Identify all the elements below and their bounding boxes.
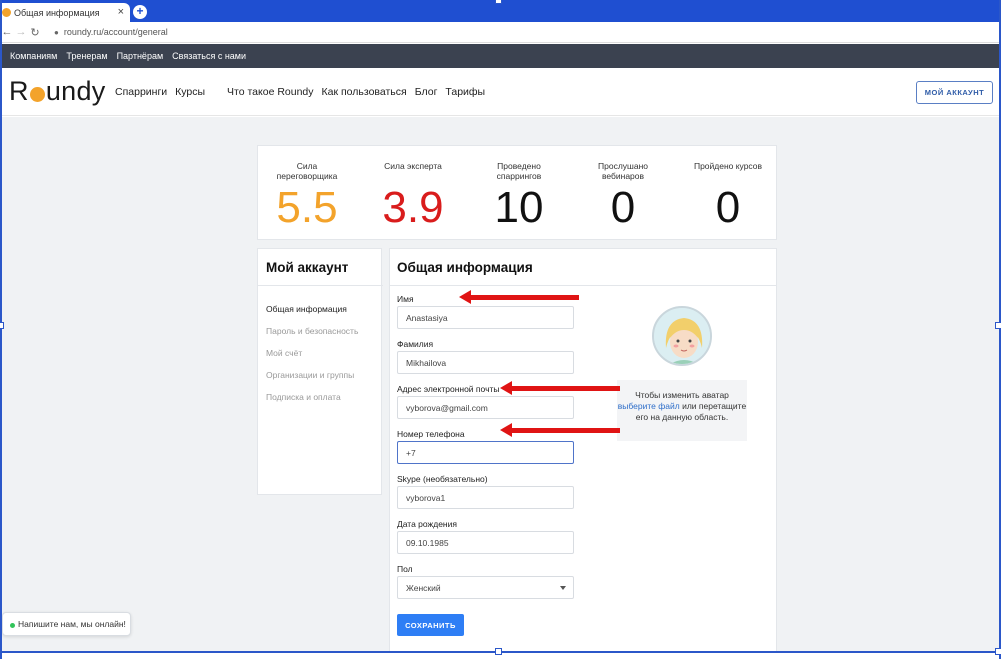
arrow-left-icon[interactable]: ← — [0, 26, 14, 38]
annotation-arrow-shaft — [511, 386, 620, 391]
avatar-hint-text: Чтобы изменить аватар — [635, 390, 729, 400]
chat-widget-label: Напишите нам, мы онлайн! — [18, 619, 126, 629]
resize-handle[interactable] — [495, 648, 502, 655]
skype-label: Skype (необязательно) — [397, 474, 488, 484]
toplink-companies[interactable]: Компаниям — [10, 51, 57, 61]
skype-input[interactable]: vyborova1 — [397, 486, 574, 509]
avatar-upload-dropzone[interactable]: Чтобы изменить аватар выберите файл или … — [617, 380, 747, 441]
stat-sparrings: Проведено спаррингов 10 — [479, 161, 559, 231]
tab-close-icon[interactable]: × — [118, 6, 124, 18]
stat-value: 0 — [715, 183, 741, 232]
new-tab-button[interactable]: + — [133, 5, 147, 19]
annotation-arrow-shaft — [511, 428, 620, 433]
phone-input[interactable]: +7 — [397, 441, 574, 464]
first-name-label: Имя — [397, 294, 414, 304]
nav-courses[interactable]: Курсы — [175, 86, 205, 98]
toplink-trainers[interactable]: Тренерам — [66, 51, 107, 61]
stats-card: Сила переговорщика 5.5 Сила эксперта 3.9… — [257, 145, 777, 240]
stat-negotiator: Сила переговорщика 5.5 — [267, 161, 347, 231]
toplink-contact[interactable]: Связаться с нами — [172, 51, 246, 61]
nav-sparrings[interactable]: Спарринги — [115, 86, 167, 98]
resize-handle[interactable] — [995, 648, 1001, 655]
stat-value: 10 — [494, 183, 544, 232]
last-name-input[interactable]: Mikhailova — [397, 351, 574, 374]
divider — [258, 285, 383, 286]
stat-value: 5.5 — [276, 183, 338, 232]
resize-handle[interactable] — [995, 322, 1001, 329]
caret-down-icon — [560, 586, 566, 590]
save-button[interactable]: СОХРАНИТЬ — [397, 614, 464, 636]
nav-blog[interactable]: Блог — [415, 86, 438, 98]
phone-label: Номер телефона — [397, 429, 465, 439]
stat-label: Прослушано вебинаров — [598, 161, 648, 181]
nav-what-is-roundy[interactable]: Что такое Roundy — [227, 86, 313, 98]
arrow-right-icon[interactable]: → — [14, 26, 28, 38]
annotation-arrow-shaft — [470, 295, 579, 300]
frame-left-line — [0, 0, 2, 659]
reload-icon[interactable]: ↻ — [28, 26, 42, 39]
account-menu: Мой аккаунт Общая информация Пароль и бе… — [257, 248, 383, 495]
resize-handle[interactable] — [0, 322, 4, 329]
main-nav: Спарринги Курсы Что такое Roundy Как пол… — [115, 86, 493, 98]
annotation-arrow-icon — [500, 423, 512, 437]
stat-label: Сила переговорщика — [276, 161, 338, 181]
stat-label: Сила эксперта — [384, 161, 442, 171]
resize-handle[interactable] — [495, 0, 502, 4]
menu-item-subscription[interactable]: Подписка и оплата — [266, 392, 341, 402]
form-title: Общая информация — [397, 260, 533, 275]
choose-file-link[interactable]: выберите файл — [618, 401, 680, 411]
nav-pricing[interactable]: Тарифы — [445, 86, 485, 98]
menu-item-password[interactable]: Пароль и безопасность — [266, 326, 358, 336]
gender-label: Пол — [397, 564, 413, 574]
top-links-bar: Компаниям Тренерам Партнёрам Связаться с… — [0, 44, 1001, 68]
logo-o-icon — [29, 87, 45, 102]
chat-widget-button[interactable]: Напишите нам, мы онлайн! — [2, 612, 131, 636]
logo-text-end: undy — [45, 76, 106, 106]
birthdate-label: Дата рождения — [397, 519, 457, 529]
stat-value: 0 — [610, 183, 636, 232]
annotation-arrow-icon — [500, 381, 512, 395]
nav-how-to-use[interactable]: Как пользоваться — [322, 86, 407, 98]
email-input[interactable]: vyborova@gmail.com — [397, 396, 574, 419]
toplink-partners[interactable]: Партнёрам — [117, 51, 164, 61]
gender-select-value: Женский — [406, 582, 441, 593]
lock-icon: ● — [54, 27, 59, 37]
url-text[interactable]: roundy.ru/account/general — [64, 27, 168, 37]
birthdate-input[interactable]: 09.10.1985 — [397, 531, 574, 554]
address-bar: ← → ↻ ● roundy.ru/account/general — [0, 22, 1001, 43]
stat-webinars: Прослушано вебинаров 0 — [583, 161, 663, 231]
email-label: Адрес электронной почты — [397, 384, 500, 394]
menu-item-organizations[interactable]: Организации и группы — [266, 370, 354, 380]
avatar[interactable] — [652, 306, 712, 366]
browser-tab-title: Общая информация — [14, 7, 100, 18]
stat-value: 3.9 — [382, 183, 444, 232]
online-status-icon — [10, 623, 15, 628]
roundy-favicon-icon — [2, 8, 11, 17]
first-name-input[interactable]: Anastasiya — [397, 306, 574, 329]
last-name-label: Фамилия — [397, 339, 434, 349]
account-menu-title: Мой аккаунт — [266, 260, 349, 275]
divider — [390, 285, 776, 286]
gender-select[interactable]: Женский — [397, 576, 574, 599]
menu-item-general[interactable]: Общая информация — [266, 304, 347, 314]
stat-expert: Сила эксперта 3.9 — [373, 161, 453, 231]
stat-label: Пройдено курсов — [693, 161, 763, 171]
annotation-arrow-icon — [459, 290, 471, 304]
site-header: Rundy Спарринги Курсы Что такое Roundy К… — [0, 68, 1001, 116]
roundy-logo[interactable]: Rundy — [9, 76, 106, 107]
my-account-button[interactable]: МОЙ АККАУНТ — [916, 81, 993, 104]
logo-text-start: R — [9, 76, 29, 106]
stat-courses: Пройдено курсов 0 — [688, 161, 768, 231]
menu-item-account[interactable]: Мой счёт — [266, 348, 302, 358]
browser-tab[interactable]: Общая информация × — [0, 3, 130, 22]
stat-label: Проведено спаррингов — [496, 161, 542, 181]
